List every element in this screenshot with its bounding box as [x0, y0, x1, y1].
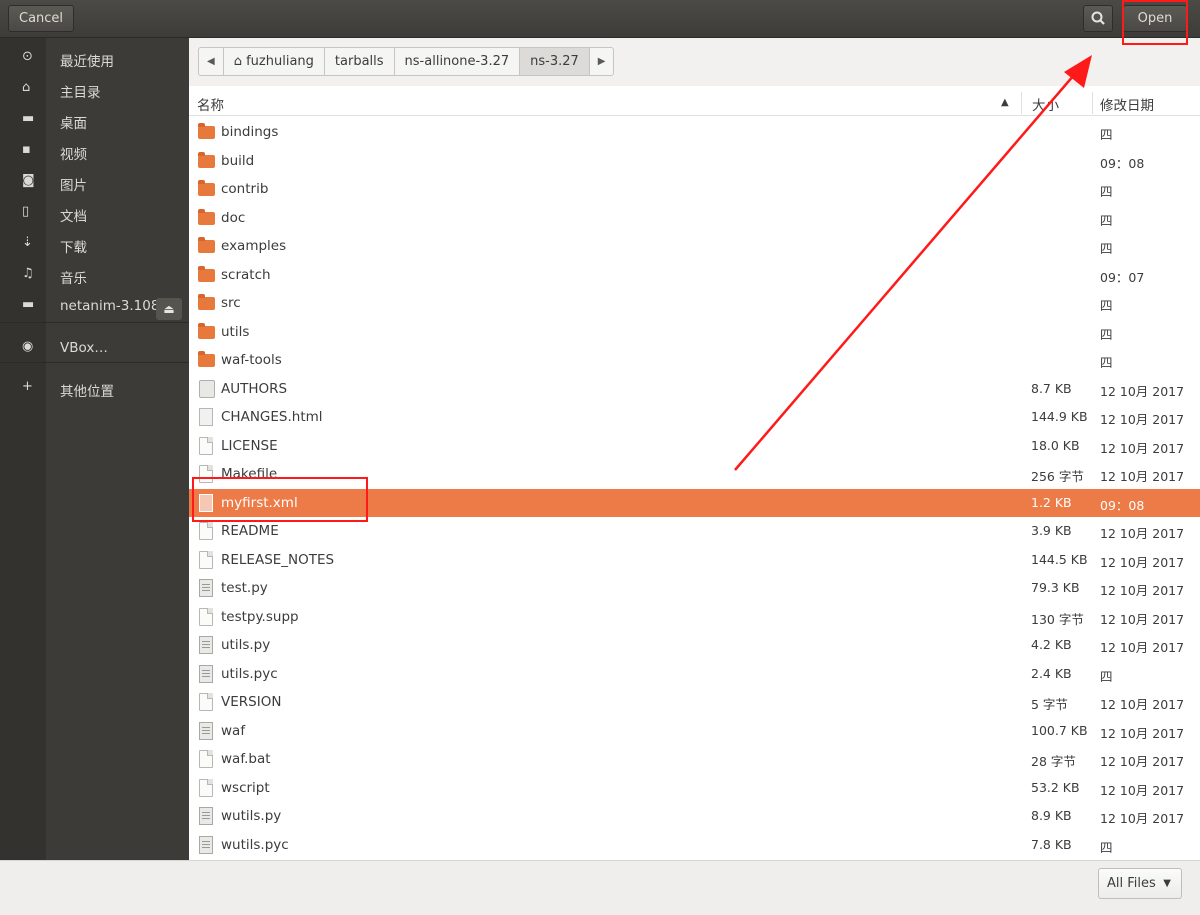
- annotation-arrow: [734, 55, 1092, 471]
